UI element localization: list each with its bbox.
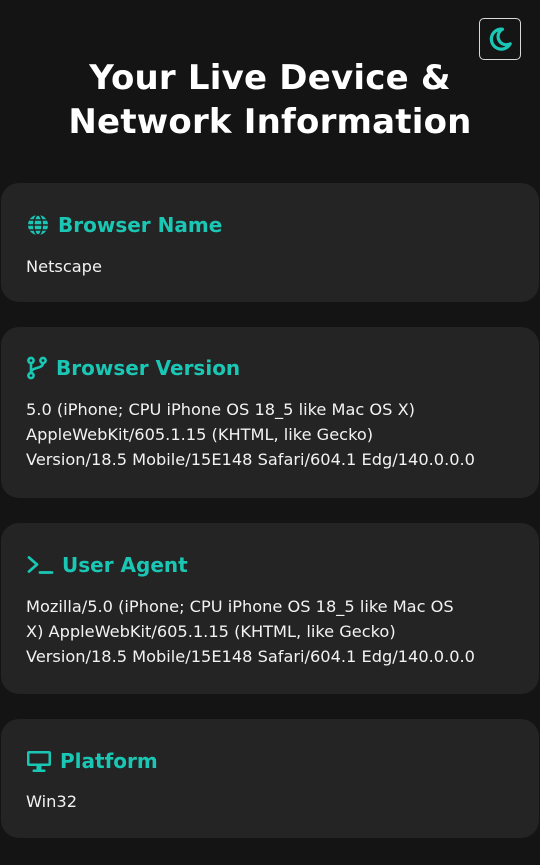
- code-branch-icon: [26, 356, 48, 380]
- page-title-line-2: Network Information: [68, 102, 472, 142]
- value-line: AppleWebKit/605.1.15 (KHTML, like Gecko): [26, 425, 374, 444]
- globe-icon: [26, 213, 50, 237]
- browser-name-card: Browser Name Netscape: [1, 183, 539, 302]
- card-value: Win32: [26, 789, 526, 814]
- browser-version-card: Browser Version 5.0 (iPhone; CPU iPhone …: [1, 327, 539, 498]
- card-value: Mozilla/5.0 (iPhone; CPU iPhone OS 18_5 …: [26, 594, 526, 669]
- terminal-icon: [26, 553, 54, 577]
- card-title: Browser Version: [56, 356, 241, 380]
- card-header: Browser Version: [26, 355, 240, 381]
- value-line: Netscape: [26, 257, 102, 276]
- theme-toggle-button[interactable]: [479, 18, 521, 60]
- value-line: Version/18.5 Mobile/15E148 Safari/604.1 …: [26, 647, 475, 666]
- moon-icon: [487, 26, 513, 52]
- card-title: Browser Name: [58, 213, 223, 237]
- card-title: Platform: [60, 749, 158, 773]
- monitor-icon: [26, 749, 52, 773]
- card-header: Platform: [26, 748, 158, 774]
- value-line: X) AppleWebKit/605.1.15 (KHTML, like Gec…: [26, 622, 396, 641]
- page-title: Your Live Device & Network Information: [0, 56, 540, 144]
- value-line: Version/18.5 Mobile/15E148 Safari/604.1 …: [26, 450, 475, 469]
- card-value: 5.0 (iPhone; CPU iPhone OS 18_5 like Mac…: [26, 397, 526, 472]
- card-value: Netscape: [26, 254, 526, 279]
- card-title: User Agent: [62, 553, 188, 577]
- card-header: User Agent: [26, 552, 188, 578]
- value-line: Win32: [26, 792, 78, 811]
- value-line: 5.0 (iPhone; CPU iPhone OS 18_5 like Mac…: [26, 400, 415, 419]
- user-agent-card: User Agent Mozilla/5.0 (iPhone; CPU iPho…: [1, 523, 539, 694]
- card-header: Browser Name: [26, 212, 222, 238]
- page-title-line-1: Your Live Device &: [89, 58, 451, 98]
- value-line: Mozilla/5.0 (iPhone; CPU iPhone OS 18_5 …: [26, 597, 454, 616]
- platform-card: Platform Win32: [1, 719, 539, 838]
